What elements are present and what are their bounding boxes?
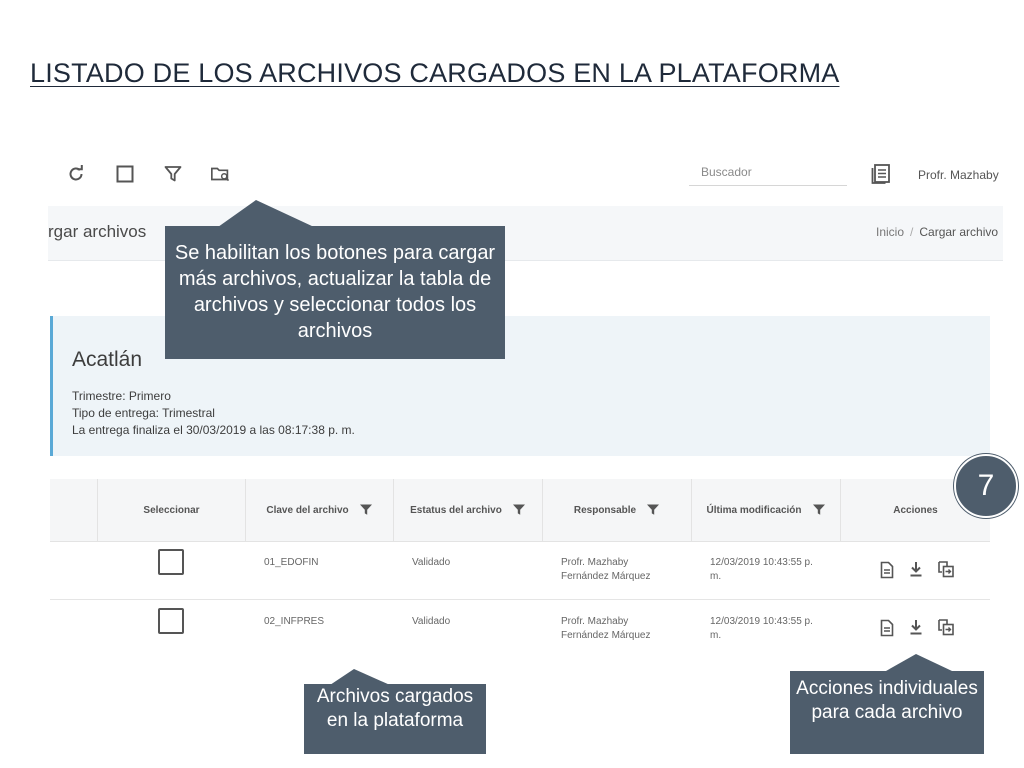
filter-icon[interactable] <box>812 503 826 517</box>
column-header-file-key: Clave del archivo <box>245 479 393 541</box>
column-header-owner: Responsable <box>542 479 691 541</box>
actions-callout-pointer <box>886 654 952 671</box>
row-select-checkbox[interactable] <box>158 549 184 575</box>
filter-icon[interactable] <box>162 163 184 185</box>
filter-icon[interactable] <box>359 503 373 517</box>
column-header-last-modified: Última modificación <box>691 479 840 541</box>
status-cell: Validado <box>412 557 451 568</box>
status-cell: Validado <box>412 616 451 627</box>
search-input[interactable] <box>689 158 847 186</box>
campus-name: Acatlán <box>72 348 143 371</box>
toolbar-callout-pointer <box>218 200 314 227</box>
owner-cell: Profr. Mazhaby Fernández Márquez <box>561 616 651 641</box>
filter-icon[interactable] <box>646 503 660 517</box>
download-icon[interactable] <box>907 618 925 636</box>
last-modified-cell: 12/03/2019 10:43:55 p. m. <box>710 616 813 641</box>
file-key-cell: 01_EDOFIN <box>264 557 319 568</box>
files-callout: Archivos cargados en la plataforma <box>304 684 486 754</box>
breadcrumb-home[interactable]: Inicio <box>876 225 904 239</box>
column-header-select: Seleccionar <box>97 479 245 541</box>
folder-search-icon[interactable] <box>210 163 232 185</box>
toolbar-callout: Se habilitan los botones para cargar más… <box>165 226 505 359</box>
breadcrumb-separator: / <box>910 225 914 239</box>
copy-file-icon[interactable] <box>937 560 955 578</box>
actions-callout: Acciones individuales para cada archivo <box>790 671 984 754</box>
copy-file-icon[interactable] <box>937 618 955 636</box>
slide-title: LISTADO DE LOS ARCHIVOS CARGADOS EN LA P… <box>30 58 840 88</box>
select-all-checkbox-icon[interactable] <box>114 163 136 185</box>
view-file-icon[interactable] <box>878 561 896 579</box>
trimester-text: Trimestre: Primero <box>72 389 171 403</box>
row-divider <box>50 599 990 600</box>
last-modified-cell: 12/03/2019 10:43:55 p. m. <box>710 557 813 582</box>
view-file-icon[interactable] <box>878 619 896 637</box>
deadline-text: La entrega finaliza el 30/03/2019 a las … <box>72 423 355 437</box>
breadcrumb: Inicio / Cargar archivo <box>876 225 998 239</box>
file-key-cell: 02_INFPRES <box>264 616 325 627</box>
row-select-checkbox[interactable] <box>158 608 184 634</box>
user-name[interactable]: Profr. Mazhaby <box>918 168 999 182</box>
delivery-type-text: Tipo de entrega: Trimestral <box>72 406 215 420</box>
filter-icon[interactable] <box>512 503 526 517</box>
column-header-status: Estatus del archivo <box>393 479 542 541</box>
refresh-icon[interactable] <box>65 163 87 185</box>
document-list-icon[interactable] <box>870 163 892 185</box>
owner-cell: Profr. Mazhaby Fernández Márquez <box>561 557 651 582</box>
step-number-badge: 7 <box>954 454 1018 518</box>
download-icon[interactable] <box>907 560 925 578</box>
page-heading: rgar archivos <box>48 222 147 241</box>
breadcrumb-current: Cargar archivo <box>919 225 999 239</box>
